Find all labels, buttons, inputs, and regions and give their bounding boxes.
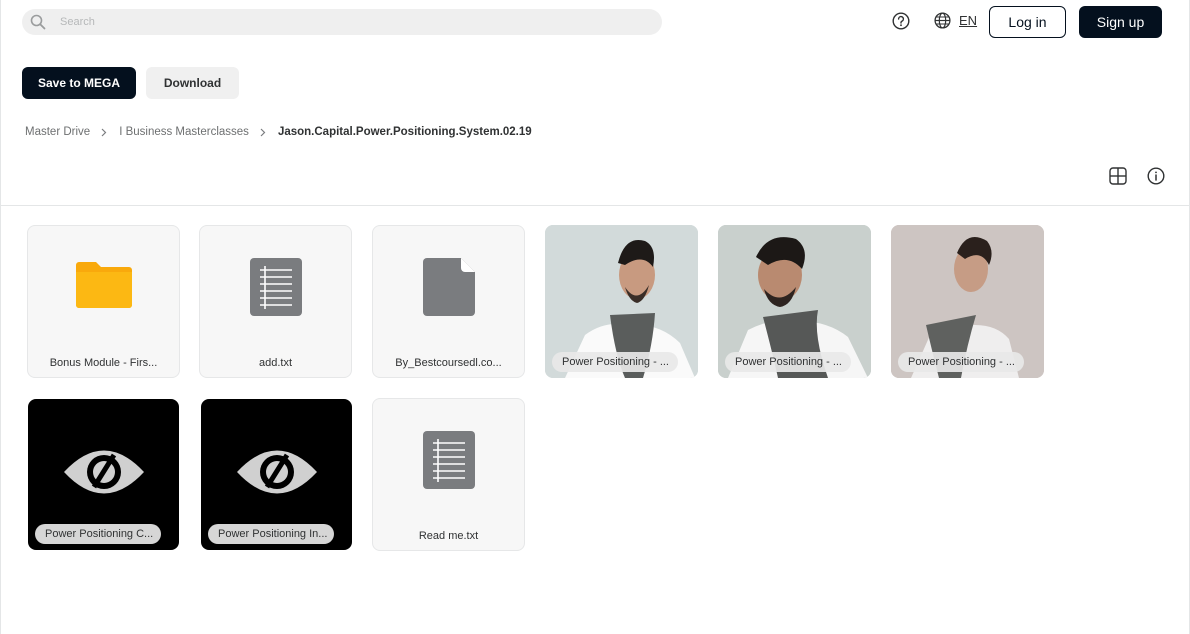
text-file-icon <box>422 431 475 494</box>
file-name: Power Positioning - ... <box>898 352 1024 372</box>
help-circle-icon[interactable] <box>892 12 910 30</box>
grid-view-icon[interactable] <box>1109 167 1127 185</box>
file-name: Power Positioning - ... <box>725 352 851 372</box>
text-file-icon <box>249 258 302 321</box>
eye-slash-icon <box>62 443 146 506</box>
search-input[interactable] <box>60 16 620 28</box>
file-tile-photo[interactable]: Power Positioning - ... <box>718 225 871 378</box>
page: EN Log in Sign up Save to MEGA Download … <box>0 0 1190 634</box>
file-tile-text[interactable]: Read me.txt <box>372 398 525 551</box>
chevron-right-icon <box>260 128 266 137</box>
generic-file-icon <box>422 258 475 321</box>
file-tile-photo[interactable]: Power Positioning - ... <box>545 225 698 378</box>
info-icon[interactable] <box>1147 167 1165 185</box>
breadcrumb-item-business-masterclasses[interactable]: I Business Masterclasses <box>119 126 249 138</box>
breadcrumb-item-current: Jason.Capital.Power.Positioning.System.0… <box>277 126 532 138</box>
file-name: Bonus Module - Firs... <box>49 357 158 369</box>
folder-icon <box>75 258 133 317</box>
file-tile-hidden-video[interactable]: Power Positioning C... <box>28 399 179 550</box>
signup-button[interactable]: Sign up <box>1079 6 1162 38</box>
language-selector[interactable]: EN <box>959 13 977 28</box>
divider <box>1 205 1189 206</box>
search-bar[interactable] <box>22 9 662 35</box>
file-tile-hidden-video[interactable]: Power Positioning In... <box>201 399 352 550</box>
file-name: Read me.txt <box>418 530 479 542</box>
globe-icon[interactable] <box>934 12 951 29</box>
file-tile-generic[interactable]: By_Bestcoursedl.co... <box>372 225 525 378</box>
search-icon <box>30 14 46 30</box>
file-name: Power Positioning C... <box>35 524 161 544</box>
file-name: Power Positioning In... <box>208 524 334 544</box>
chevron-right-icon <box>101 128 107 137</box>
file-tile-folder[interactable]: Bonus Module - Firs... <box>27 225 180 378</box>
login-button[interactable]: Log in <box>989 6 1066 38</box>
eye-slash-icon <box>235 443 319 506</box>
file-tile-photo[interactable]: Power Positioning - ... <box>891 225 1044 378</box>
file-name: add.txt <box>258 357 293 369</box>
file-tile-text[interactable]: add.txt <box>199 225 352 378</box>
save-to-mega-button[interactable]: Save to MEGA <box>22 67 136 99</box>
download-button[interactable]: Download <box>146 67 239 99</box>
file-name: By_Bestcoursedl.co... <box>395 357 502 369</box>
breadcrumb-item-master-drive[interactable]: Master Drive <box>25 126 90 138</box>
file-name: Power Positioning - ... <box>552 352 678 372</box>
breadcrumb: Master Drive I Business Masterclasses Ja… <box>25 126 532 138</box>
